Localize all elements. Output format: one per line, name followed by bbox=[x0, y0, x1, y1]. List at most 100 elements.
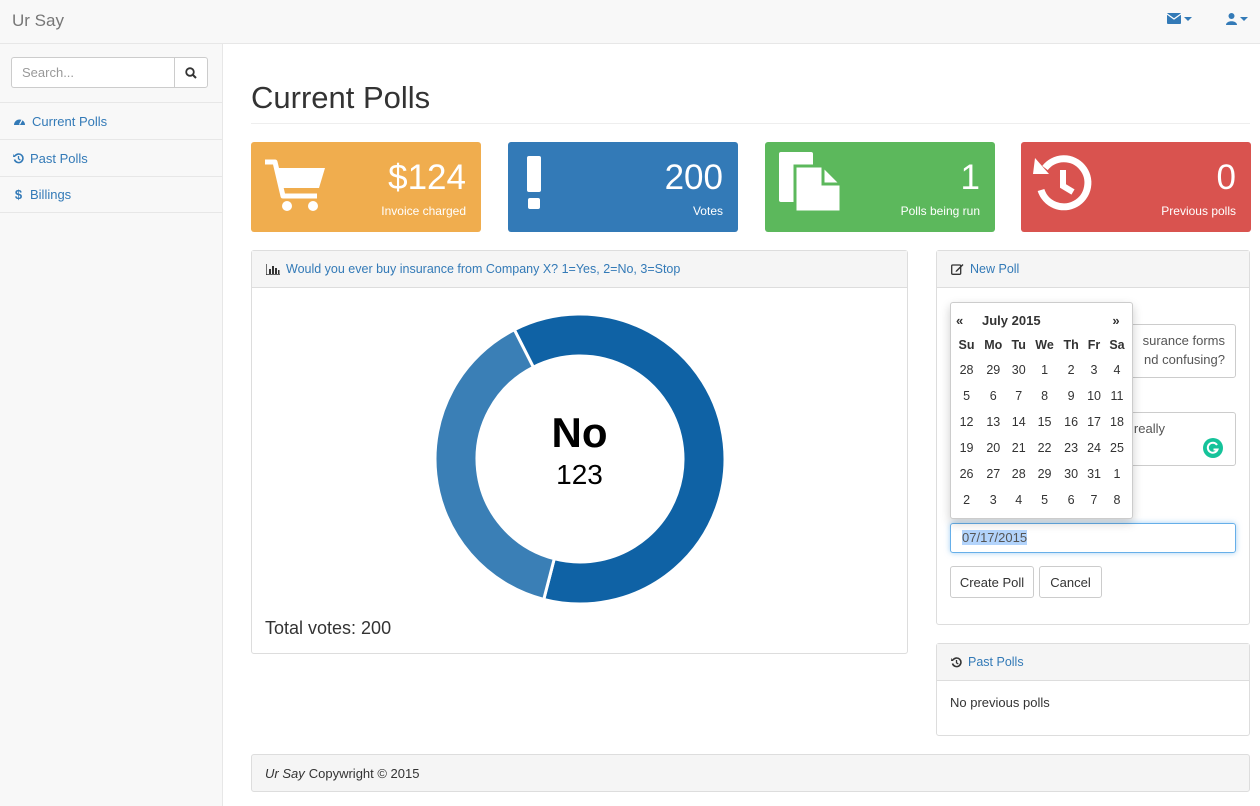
datepicker-day[interactable]: 1 bbox=[1105, 461, 1129, 487]
new-poll-heading[interactable]: New Poll bbox=[970, 262, 1019, 276]
cancel-button[interactable]: Cancel bbox=[1039, 566, 1102, 598]
datepicker-day[interactable]: 8 bbox=[1105, 487, 1129, 513]
panel-heading: Would you ever buy insurance from Compan… bbox=[252, 251, 907, 288]
datepicker-day[interactable]: 2 bbox=[1059, 357, 1083, 383]
stat-label: Polls being run bbox=[900, 204, 980, 218]
search-icon bbox=[185, 66, 197, 79]
caret-down-icon bbox=[1184, 16, 1192, 21]
datepicker-weekday: Mo bbox=[984, 338, 1003, 352]
sidebar-item-label: Billings bbox=[30, 187, 72, 202]
datepicker-day[interactable]: 7 bbox=[1083, 487, 1105, 513]
sidebar-item-billings[interactable]: $ Billings bbox=[0, 176, 222, 213]
datepicker-week: 19 20 21 22 23 24 25 bbox=[954, 435, 1129, 461]
datepicker-day[interactable]: 16 bbox=[1059, 409, 1083, 435]
datepicker-day[interactable]: 24 bbox=[1083, 435, 1105, 461]
create-poll-button[interactable]: Create Poll bbox=[950, 566, 1034, 598]
datepicker: « July 2015 » Su Mo Tu We Th Fr Sa 28 29 30 1 2 3 4 5… bbox=[950, 302, 1133, 519]
datepicker-day[interactable]: 21 bbox=[1007, 435, 1030, 461]
past-polls-heading[interactable]: Past Polls bbox=[968, 655, 1024, 669]
datepicker-day[interactable]: 2 bbox=[954, 487, 979, 513]
dollar-icon: $ bbox=[14, 187, 23, 202]
datepicker-day[interactable]: 1 bbox=[1030, 357, 1059, 383]
user-icon bbox=[1226, 13, 1237, 25]
stat-card-votes: 200 Votes bbox=[508, 142, 738, 232]
datepicker-day[interactable]: 31 bbox=[1083, 461, 1105, 487]
datepicker-day[interactable]: 15 bbox=[1030, 409, 1059, 435]
datepicker-day[interactable]: 17 bbox=[1083, 409, 1105, 435]
messages-dropdown[interactable] bbox=[1167, 13, 1192, 24]
datepicker-day[interactable]: 5 bbox=[954, 383, 979, 409]
datepicker-day[interactable]: 14 bbox=[1007, 409, 1030, 435]
footer-brand: Ur Say bbox=[265, 765, 305, 781]
poll-question-link[interactable]: Would you ever buy insurance from Compan… bbox=[286, 262, 680, 276]
datepicker-day[interactable]: 28 bbox=[954, 357, 979, 383]
grammarly-icon[interactable] bbox=[1203, 438, 1223, 458]
date-input[interactable]: 07/17/2015 bbox=[950, 523, 1236, 553]
datepicker-week: 5 6 7 8 9 10 11 bbox=[954, 383, 1129, 409]
datepicker-day[interactable]: 25 bbox=[1105, 435, 1129, 461]
datepicker-day[interactable]: 3 bbox=[1083, 357, 1105, 383]
datepicker-day[interactable]: 23 bbox=[1059, 435, 1083, 461]
shopping-cart-icon bbox=[265, 159, 325, 211]
sidebar-item-current-polls[interactable]: Current Polls bbox=[0, 102, 222, 139]
datepicker-day[interactable]: 7 bbox=[1007, 383, 1030, 409]
sidebar-item-label: Past Polls bbox=[30, 150, 88, 166]
stat-label: Votes bbox=[692, 204, 723, 218]
datepicker-day[interactable]: 5 bbox=[1030, 487, 1059, 513]
sidebar-nav: Current Polls Past Polls $ Billings bbox=[0, 102, 222, 213]
past-polls-panel: Past Polls No previous polls bbox=[936, 643, 1250, 736]
footer-text: Copywright © 2015 bbox=[308, 765, 420, 781]
datepicker-day[interactable]: 26 bbox=[954, 461, 979, 487]
search-input[interactable] bbox=[11, 57, 174, 88]
datepicker-day[interactable]: 6 bbox=[1059, 487, 1083, 513]
dashboard-icon bbox=[14, 119, 25, 125]
datepicker-day[interactable]: 28 bbox=[1007, 461, 1030, 487]
poll-results-panel: Would you ever buy insurance from Compan… bbox=[251, 250, 908, 654]
datepicker-prev[interactable]: « bbox=[954, 313, 968, 328]
datepicker-header: « July 2015 » bbox=[954, 307, 1129, 333]
files-icon bbox=[779, 152, 843, 214]
datepicker-day[interactable]: 19 bbox=[954, 435, 979, 461]
datepicker-day[interactable]: 18 bbox=[1105, 409, 1129, 435]
datepicker-weekday: Tu bbox=[1011, 338, 1026, 352]
sidebar-item-label: Current Polls bbox=[32, 113, 108, 129]
stat-card-invoice: $124 Invoice charged bbox=[251, 142, 481, 232]
datepicker-day[interactable]: 9 bbox=[1059, 383, 1083, 409]
datepicker-day[interactable]: 30 bbox=[1059, 461, 1083, 487]
edit-icon bbox=[951, 264, 964, 275]
datepicker-day[interactable]: 3 bbox=[979, 487, 1007, 513]
panel-heading: Past Polls bbox=[937, 644, 1249, 681]
search-button[interactable] bbox=[174, 57, 208, 88]
datepicker-day[interactable]: 8 bbox=[1030, 383, 1059, 409]
stat-value: 200 bbox=[664, 158, 723, 197]
datepicker-next[interactable]: » bbox=[1103, 313, 1129, 328]
datepicker-day[interactable]: 20 bbox=[979, 435, 1007, 461]
datepicker-day[interactable]: 10 bbox=[1083, 383, 1105, 409]
envelope-icon bbox=[1167, 13, 1181, 24]
stat-card-previous-polls: 0 Previous polls bbox=[1021, 142, 1251, 232]
title-divider bbox=[251, 123, 1250, 124]
datepicker-weekday: We bbox=[1035, 338, 1054, 352]
datepicker-day[interactable]: 13 bbox=[979, 409, 1007, 435]
brand-logo[interactable]: Ur Say bbox=[12, 11, 64, 31]
footer: Ur Say Copywright © 2015 bbox=[251, 754, 1250, 792]
datepicker-day[interactable]: 4 bbox=[1007, 487, 1030, 513]
datepicker-day[interactable]: 22 bbox=[1030, 435, 1059, 461]
datepicker-week: 26 27 28 29 30 31 1 bbox=[954, 461, 1129, 487]
user-dropdown[interactable] bbox=[1226, 13, 1248, 25]
stat-label: Previous polls bbox=[1161, 204, 1236, 218]
datepicker-day[interactable]: 12 bbox=[954, 409, 979, 435]
datepicker-month[interactable]: July 2015 bbox=[968, 313, 1103, 328]
panel-heading: New Poll bbox=[937, 251, 1249, 288]
datepicker-day[interactable]: 30 bbox=[1007, 357, 1030, 383]
caret-down-icon bbox=[1240, 17, 1248, 21]
datepicker-day[interactable]: 4 bbox=[1105, 357, 1129, 383]
datepicker-day[interactable]: 29 bbox=[979, 357, 1007, 383]
datepicker-day[interactable]: 11 bbox=[1105, 383, 1129, 409]
datepicker-day[interactable]: 27 bbox=[979, 461, 1007, 487]
history-icon bbox=[951, 656, 962, 667]
datepicker-day[interactable]: 6 bbox=[979, 383, 1007, 409]
search-group bbox=[11, 57, 208, 88]
datepicker-day[interactable]: 29 bbox=[1030, 461, 1059, 487]
sidebar-item-past-polls[interactable]: Past Polls bbox=[0, 139, 222, 176]
